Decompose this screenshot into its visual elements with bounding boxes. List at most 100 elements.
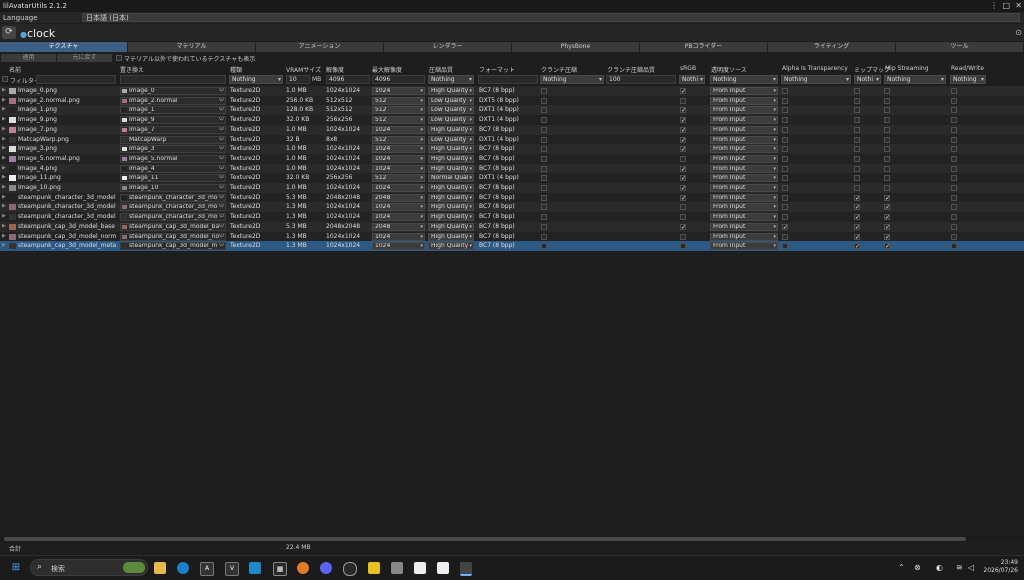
- max-resolution-dropdown[interactable]: 1024: [372, 145, 425, 154]
- replace-field[interactable]: steampunk_character_3d_mo ⊙: [120, 213, 226, 222]
- max-resolution-filter-input[interactable]: 4096: [372, 75, 425, 84]
- alpha-source-dropdown[interactable]: From Input: [710, 154, 778, 163]
- expand-icon[interactable]: ▶: [2, 242, 6, 248]
- max-resolution-dropdown[interactable]: 2048: [372, 193, 425, 202]
- tray-app-icon[interactable]: ⊗: [914, 563, 921, 572]
- crunch-checkbox[interactable]: [541, 243, 547, 250]
- mipmap-checkbox[interactable]: [854, 97, 860, 104]
- read-write-checkbox[interactable]: [951, 126, 957, 133]
- explorer-icon[interactable]: [154, 562, 166, 574]
- replace-field[interactable]: steampunk_character_3d_mo ⊙: [120, 203, 226, 212]
- mipmap-checkbox[interactable]: ✓: [854, 214, 860, 221]
- alpha-source-dropdown[interactable]: From Input: [710, 96, 778, 105]
- texture-name[interactable]: Image_4.png: [18, 165, 118, 173]
- header-resolution[interactable]: 解像度: [326, 65, 344, 74]
- expand-icon[interactable]: ▶: [2, 233, 6, 239]
- compression-dropdown[interactable]: High Quality: [428, 242, 474, 251]
- maximize-icon[interactable]: □: [1002, 1, 1010, 10]
- compression-dropdown[interactable]: High Quality: [428, 213, 474, 222]
- max-resolution-dropdown[interactable]: 1024: [372, 154, 425, 163]
- max-resolution-dropdown[interactable]: 1024: [372, 213, 425, 222]
- max-resolution-dropdown[interactable]: 1024: [372, 184, 425, 192]
- compression-filter-dropdown[interactable]: Nothing: [428, 75, 474, 84]
- mipmap-filter-dropdown[interactable]: Nothi: [854, 75, 881, 84]
- mipmap-checkbox[interactable]: [854, 175, 860, 182]
- alpha-source-dropdown[interactable]: From Input: [710, 203, 778, 212]
- mip-streaming-checkbox[interactable]: [884, 88, 890, 94]
- max-resolution-dropdown[interactable]: 1024: [372, 125, 425, 134]
- replace-field[interactable]: Image_9 ⊙: [120, 116, 226, 125]
- expand-icon[interactable]: ▶: [2, 126, 6, 132]
- mipmap-checkbox[interactable]: [854, 146, 860, 153]
- alpha-transparency-checkbox[interactable]: [782, 146, 788, 153]
- object-picker-icon[interactable]: ⊙: [219, 204, 224, 209]
- replace-field[interactable]: steampunk_character_3d_mo ⊙: [120, 193, 226, 202]
- alpha-transparency-checkbox[interactable]: [782, 126, 788, 133]
- resolution-filter-input[interactable]: 4096: [326, 75, 370, 84]
- crunch-checkbox[interactable]: [541, 97, 547, 104]
- texture-name[interactable]: Image_9.png: [18, 116, 118, 124]
- replace-field[interactable]: Image_3 ⊙: [120, 145, 226, 154]
- srgb-filter-dropdown[interactable]: Nothi: [679, 75, 705, 84]
- app-gray-icon[interactable]: [391, 562, 403, 574]
- app-yellow-icon[interactable]: [368, 562, 380, 574]
- refresh-icon[interactable]: ⟳: [2, 26, 16, 39]
- header-replace[interactable]: 置き換え: [120, 65, 144, 74]
- expand-icon[interactable]: ▶: [2, 97, 6, 103]
- vram-filter-input[interactable]: 10: [286, 75, 310, 84]
- table-row[interactable]: ▶ Image_3.png Image_3 ⊙ Texture2D 1.0 MB 1024x…: [0, 144, 1024, 155]
- srgb-checkbox[interactable]: ✓: [680, 107, 686, 114]
- srgb-checkbox[interactable]: ✓: [680, 136, 686, 143]
- alpha-source-dropdown[interactable]: From Input: [710, 213, 778, 222]
- edge-icon[interactable]: [177, 562, 189, 574]
- max-resolution-dropdown[interactable]: 1024: [372, 164, 425, 173]
- table-row[interactable]: ▶ Image_2.normal.png Image_2.normal ⊙ Textur…: [0, 95, 1024, 106]
- texture-name[interactable]: steampunk_cap_3d_model_base: [18, 223, 118, 231]
- compression-dropdown[interactable]: High Quality: [428, 193, 474, 202]
- texture-name[interactable]: Image_5.normal.png: [18, 155, 118, 163]
- object-picker-icon[interactable]: ⊙: [219, 166, 224, 171]
- menu-icon[interactable]: ⋮: [990, 1, 998, 10]
- object-picker-icon[interactable]: ⊙: [219, 107, 224, 112]
- show-unused-checkbox[interactable]: [116, 55, 122, 61]
- mip-streaming-checkbox[interactable]: [884, 146, 890, 153]
- srgb-checkbox[interactable]: [680, 243, 686, 250]
- read-write-checkbox[interactable]: [951, 175, 957, 182]
- replace-field[interactable]: Image_4 ⊙: [120, 164, 226, 173]
- close-icon[interactable]: ✕: [1015, 1, 1022, 10]
- object-picker-icon[interactable]: ⊙: [219, 137, 224, 142]
- grid-app-icon[interactable]: ▦: [273, 562, 287, 576]
- mip-streaming-checkbox[interactable]: ✓: [884, 223, 890, 230]
- alpha-transparency-checkbox[interactable]: [782, 243, 788, 250]
- table-row[interactable]: ▶ Image_4.png Image_4 ⊙ Texture2D 1.0 MB 1024x…: [0, 163, 1024, 174]
- tab-animations[interactable]: アニメーション: [256, 42, 384, 52]
- alpha-source-filter-dropdown[interactable]: Nothing: [710, 75, 778, 84]
- table-row[interactable]: ▶ Image_10.png Image_10 ⊙ Texture2D 1.0 MB 102…: [0, 183, 1024, 193]
- format-filter-input[interactable]: [478, 75, 538, 84]
- max-resolution-dropdown[interactable]: 512: [372, 135, 425, 144]
- table-row[interactable]: ▶ Image_11.png Image_11 ⊙ Texture2D 32.0 KB 25…: [0, 173, 1024, 184]
- tab-materials[interactable]: マテリアル: [128, 42, 256, 52]
- texture-name[interactable]: steampunk_cap_3d_model_norm: [18, 233, 118, 241]
- mipmap-checkbox[interactable]: [854, 126, 860, 133]
- alpha-transparency-checkbox[interactable]: [782, 155, 788, 162]
- mip-streaming-checkbox[interactable]: [884, 155, 890, 162]
- max-resolution-dropdown[interactable]: 1024: [372, 203, 425, 212]
- table-row[interactable]: ▶ steampunk_character_3d_model steampunk_c…: [0, 212, 1024, 223]
- alpha-transparency-checkbox[interactable]: [782, 175, 788, 182]
- mipmap-checkbox[interactable]: [854, 136, 860, 143]
- replace-field[interactable]: MatcapWarp ⊙: [120, 135, 226, 144]
- crunch-checkbox[interactable]: [541, 136, 547, 143]
- srgb-checkbox[interactable]: ✓: [680, 223, 686, 230]
- unity-icon[interactable]: [460, 562, 472, 576]
- max-resolution-dropdown[interactable]: 512: [372, 96, 425, 105]
- expand-icon[interactable]: ▶: [2, 165, 6, 171]
- compression-dropdown[interactable]: High Quality: [428, 203, 474, 212]
- replace-field[interactable]: steampunk_cap_3d_model_ba ⊙: [120, 222, 226, 231]
- alpha-transparency-checkbox[interactable]: [782, 136, 788, 143]
- srgb-checkbox[interactable]: [680, 155, 686, 162]
- alpha-transparency-checkbox[interactable]: [782, 165, 788, 172]
- replace-field[interactable]: Image_2.normal ⊙: [120, 96, 226, 105]
- srgb-checkbox[interactable]: ✓: [680, 175, 686, 182]
- mipmap-checkbox[interactable]: ✓: [854, 243, 860, 250]
